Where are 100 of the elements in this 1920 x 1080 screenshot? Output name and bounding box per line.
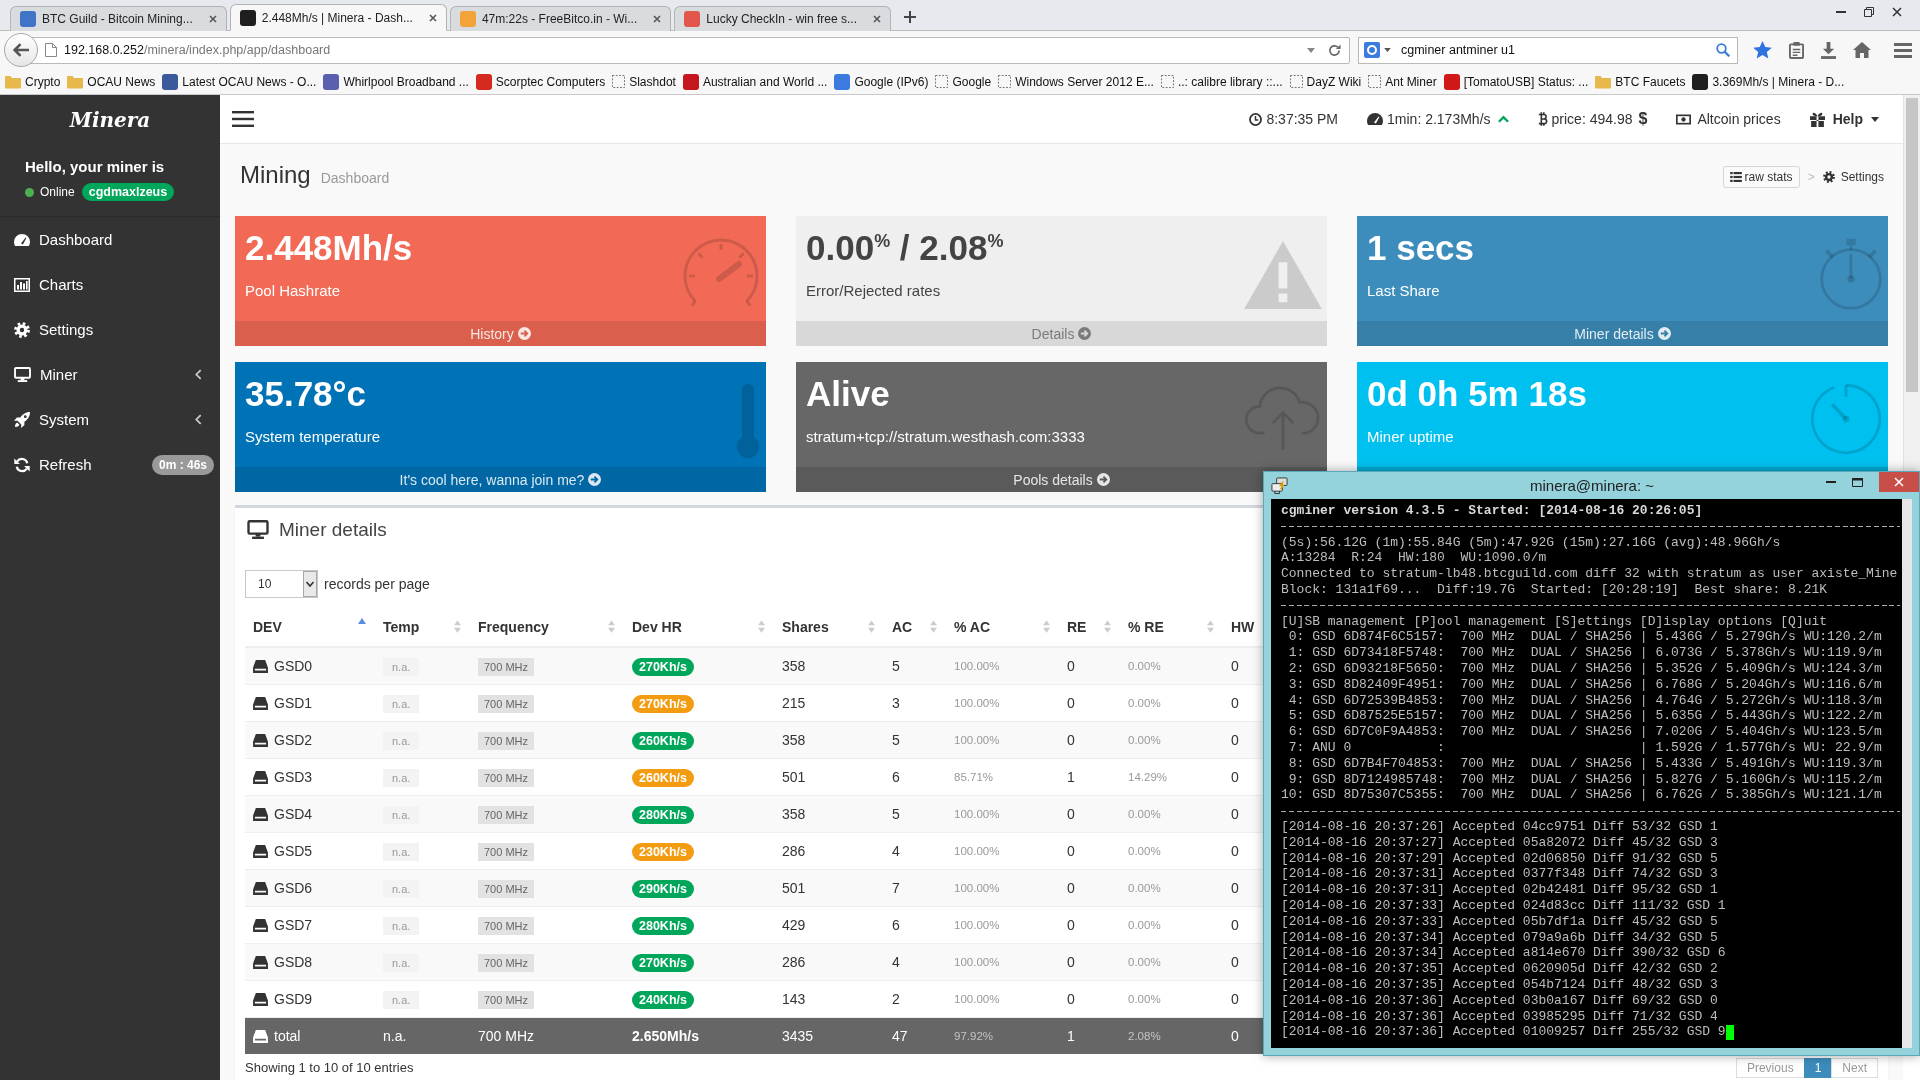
bookmark[interactable]: [TomatoUSB] Status: ... bbox=[1443, 73, 1589, 90]
table-cell: 100.00% bbox=[946, 647, 1059, 684]
reload-icon[interactable] bbox=[1328, 43, 1341, 57]
table-cell: 100.00% bbox=[946, 906, 1059, 943]
close-icon[interactable] bbox=[653, 15, 662, 23]
table-cell: 0 bbox=[1059, 869, 1120, 906]
folder-icon bbox=[67, 73, 84, 90]
bookmark[interactable]: Windows Server 2012 E... bbox=[998, 74, 1154, 89]
bookmark[interactable]: Scorptec Computers bbox=[475, 73, 606, 90]
stat-value: 0d 0h 5m 18s bbox=[1367, 374, 1587, 414]
hard-drive-icon bbox=[253, 955, 268, 969]
bookmark[interactable]: Whirlpool Broadband ... bbox=[323, 73, 469, 90]
bookmark[interactable]: Crypto bbox=[5, 73, 61, 90]
frequency-label: 700 MHz bbox=[478, 879, 535, 898]
scrollbar-thumb[interactable] bbox=[1906, 98, 1918, 392]
terminal-line: [2014-08-16 20:37:31] Accepted 02b42481 Diff 95/32 GSD 1 bbox=[1281, 882, 1718, 898]
close-icon[interactable] bbox=[208, 15, 217, 23]
browser-tab[interactable]: 47m:22s - FreeBitco.in - Wi... bbox=[449, 6, 672, 31]
refresh-icon bbox=[14, 456, 30, 473]
terminal-line: [2014-08-16 20:37:27] Accepted 05a82072 Diff 45/32 GSD 3 bbox=[1281, 834, 1718, 851]
table-cell: 6 bbox=[884, 906, 946, 943]
menu-icon[interactable] bbox=[1894, 42, 1912, 58]
folder-icon bbox=[1595, 73, 1612, 90]
table-cell: 501 bbox=[774, 758, 884, 795]
caret-down-icon[interactable] bbox=[1307, 47, 1315, 53]
browser-tab[interactable]: Lucky CheckIn - win free s... bbox=[674, 6, 891, 31]
sidebar-item[interactable]: Charts bbox=[14, 276, 84, 293]
frequency-label: 700 MHz bbox=[478, 842, 535, 861]
altcoin-prices-link[interactable]: Altcoin prices bbox=[1676, 111, 1781, 127]
bookmark[interactable]: Google bbox=[935, 74, 992, 89]
chevron-left-icon[interactable] bbox=[195, 369, 202, 380]
sidebar-item[interactable]: System bbox=[14, 411, 89, 428]
maximize-icon[interactable] bbox=[1852, 477, 1863, 487]
hard-drive-icon bbox=[253, 696, 268, 710]
temperature-label: n.a. bbox=[383, 879, 420, 898]
bookmark[interactable]: 3.369Mh/s | Minera - D... bbox=[1692, 73, 1845, 90]
settings-link[interactable]: Settings bbox=[1822, 170, 1888, 184]
browser-tab[interactable]: BTC Guild - Bitcoin Mining... bbox=[10, 6, 227, 31]
stat-label: Error/Rejected rates bbox=[806, 282, 941, 300]
bookmark[interactable]: Slashdot bbox=[612, 74, 676, 89]
caret-down-icon[interactable] bbox=[1384, 48, 1391, 52]
search-icon[interactable] bbox=[1716, 43, 1730, 57]
hashrate-badge: 270Kh/s bbox=[632, 694, 694, 713]
table-cell: 0.00% bbox=[1120, 943, 1223, 980]
bookmark[interactable]: ..: calibre library ::... bbox=[1160, 74, 1283, 89]
hashrate-badge: 260Kh/s bbox=[632, 768, 694, 787]
search-engine-icon[interactable] bbox=[1364, 42, 1380, 58]
sidebar-item[interactable]: Miner bbox=[14, 366, 78, 383]
restore-icon[interactable] bbox=[1864, 7, 1874, 17]
card-footer-link[interactable]: Miner details bbox=[1574, 325, 1671, 342]
sidebar-item[interactable]: Refresh bbox=[14, 456, 92, 473]
table-cell: 5 bbox=[884, 647, 946, 684]
table-cell: 0 bbox=[1059, 980, 1120, 1017]
temperature-label: n.a. bbox=[383, 694, 420, 713]
bookmark[interactable]: Australian and World ... bbox=[682, 73, 828, 90]
frequency-label: 700 MHz bbox=[478, 916, 535, 935]
stat-value: Alive bbox=[806, 374, 890, 414]
table-cell: 4 bbox=[884, 943, 946, 980]
raw-stats-button[interactable]: raw stats bbox=[1722, 166, 1800, 188]
arrow-circle-right-icon bbox=[588, 473, 602, 486]
search-field[interactable]: cgminer antminer u1 bbox=[1358, 36, 1738, 64]
bookmark[interactable]: Latest OCAU News - O... bbox=[162, 73, 317, 90]
hashrate-reading: 1min: 2.173Mh/s bbox=[1387, 111, 1491, 127]
browser-tab[interactable]: 2.448Mh/s | Minera - Dash... bbox=[229, 4, 447, 31]
monitor-icon bbox=[247, 520, 269, 539]
stat-label: Last Share bbox=[1367, 282, 1440, 300]
plus-icon[interactable] bbox=[904, 11, 916, 23]
stat-label: Miner uptime bbox=[1367, 428, 1454, 446]
device-name: GSD8 bbox=[274, 954, 313, 971]
address-field[interactable]: 192.168.0.252/minera/index.php/app/dashboard bbox=[30, 36, 1350, 64]
bookmark[interactable]: OCAU News bbox=[67, 73, 156, 90]
card-footer-link[interactable]: Pools details bbox=[1013, 471, 1110, 488]
clipboard-icon[interactable] bbox=[1789, 41, 1804, 59]
sidebar-item[interactable]: Dashboard bbox=[14, 231, 113, 248]
close-icon[interactable] bbox=[873, 15, 881, 23]
star-icon[interactable] bbox=[1753, 41, 1772, 59]
terminal-line: 10: GSD 8D75307C5355: 700 MHz DUAL / SHA256 | 6.762G / 5.385Gh/s WU:121.1/m bbox=[1281, 787, 1882, 804]
sidebar-item[interactable]: Settings bbox=[14, 321, 94, 338]
menu-icon[interactable] bbox=[232, 111, 254, 127]
hashrate-badge: 270Kh/s bbox=[632, 953, 694, 972]
back-button[interactable] bbox=[4, 33, 38, 67]
download-icon[interactable] bbox=[1821, 41, 1836, 59]
miner-name-badge: cgdmaxlzeus bbox=[81, 183, 175, 201]
chevron-left-icon[interactable] bbox=[195, 414, 202, 425]
close-icon[interactable] bbox=[428, 13, 437, 22]
home-icon[interactable] bbox=[1853, 42, 1871, 58]
close-icon bbox=[1894, 477, 1904, 487]
bookmark[interactable]: Google (IPv6) bbox=[834, 73, 929, 90]
bookmark[interactable]: BTC Faucets bbox=[1595, 73, 1686, 90]
close-icon[interactable] bbox=[1892, 7, 1902, 17]
stat-label: System temperature bbox=[245, 428, 381, 446]
banknote-icon bbox=[1676, 113, 1692, 125]
terminal-line: [2014-08-16 20:37:34] Accepted a814e670 Diff 390/32 GSD 6 bbox=[1281, 945, 1726, 962]
bookmark[interactable]: Ant Miner bbox=[1368, 74, 1437, 89]
table-cell: 97.92% bbox=[946, 1017, 1059, 1054]
help-menu[interactable]: Help bbox=[1809, 111, 1879, 127]
bookmark[interactable]: DayZ Wiki bbox=[1289, 74, 1362, 89]
blank-page-icon bbox=[1289, 75, 1303, 88]
terminal-line: Block: 131a1f69... Diff:19.7G Started: [20:28:19] Best share: 8.21K bbox=[1281, 582, 1828, 598]
page-size-select[interactable]: 10 bbox=[245, 570, 318, 598]
